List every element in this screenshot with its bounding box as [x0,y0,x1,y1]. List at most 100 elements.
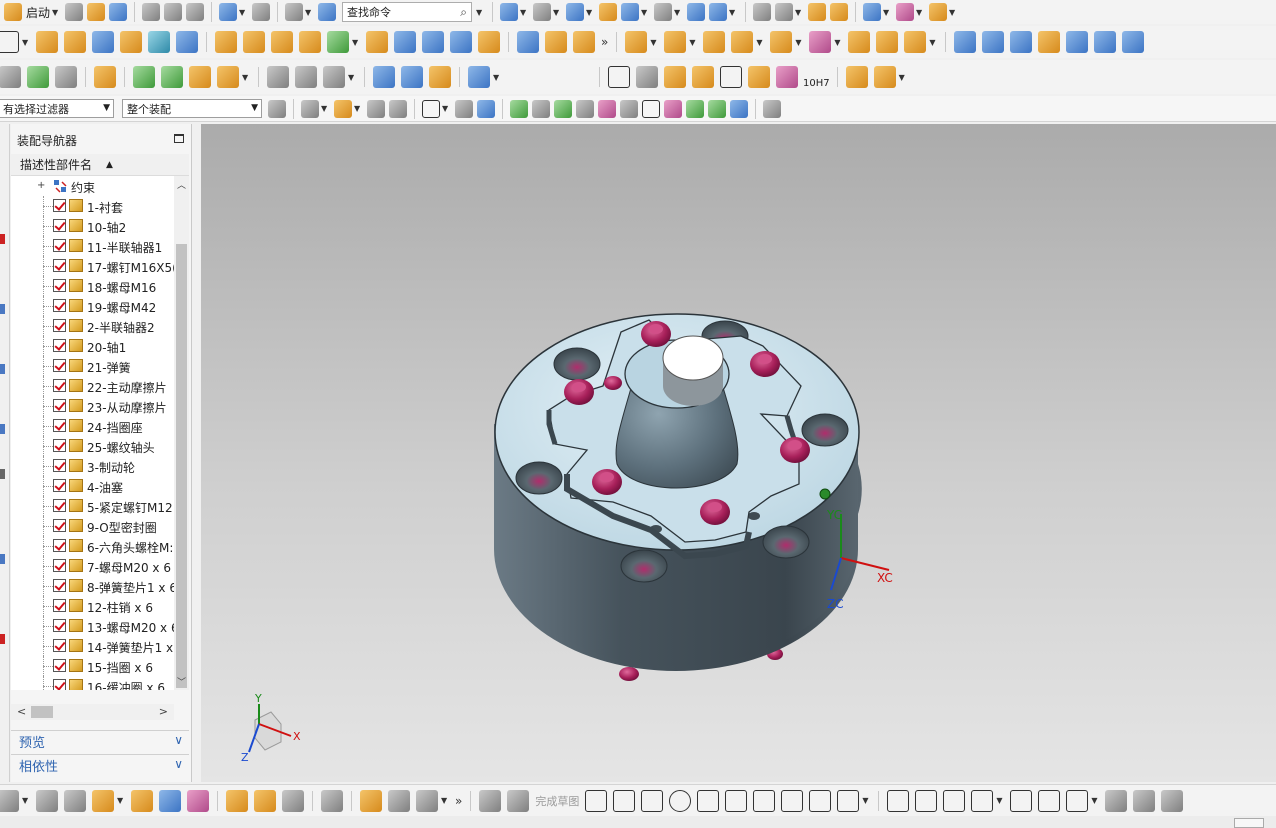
tree-item-component[interactable]: 18-螺母M16 [11,276,174,296]
resource-tab-icon[interactable] [0,634,5,644]
select-body-icon[interactable] [455,99,473,118]
unite-icon[interactable] [299,31,321,53]
cylinder-icon[interactable] [120,31,142,53]
visibility-checkbox[interactable] [53,439,66,452]
rapid-dimension-icon[interactable] [1038,789,1061,812]
paste-icon[interactable] [186,3,205,21]
through-curves-icon[interactable] [1010,31,1033,53]
assembly-load-icon[interactable] [36,789,58,812]
tree-item-component[interactable]: 23-从动摩擦片 [11,396,174,416]
snap-quadrant-icon[interactable] [664,99,682,118]
make-corner-icon[interactable] [943,789,966,812]
screw-icon[interactable] [401,66,423,88]
mesh-surface-icon[interactable] [982,31,1005,53]
offset-curve-icon[interactable] [971,789,994,812]
fit-tolerance-label[interactable]: 10H7 [803,78,830,89]
chamfer-sketch-icon[interactable] [725,789,748,812]
tree-item-component[interactable]: 11-半联轴器1 [11,236,174,256]
save-icon[interactable] [109,3,128,21]
fit-view-icon[interactable] [500,3,519,21]
constraint-touch-icon[interactable] [159,789,181,812]
wave-geometry-icon[interactable] [904,31,927,53]
finish-flag-icon[interactable] [285,3,304,21]
eraser-icon[interactable] [295,66,317,88]
start-menu[interactable]: 启动 [26,4,50,21]
stack-layers-icon[interactable] [27,66,49,88]
color-swatch-icon[interactable] [654,3,673,21]
column-header[interactable]: 描述性部件名 ▲ [11,154,189,176]
triangle-icon[interactable] [608,66,630,88]
visibility-checkbox[interactable] [53,279,66,292]
quick-extend-icon[interactable] [915,789,938,812]
chain-icon[interactable] [360,789,382,812]
view-triad[interactable]: Y X Z [241,692,301,764]
visibility-checkbox[interactable] [53,639,66,652]
revolve-icon[interactable] [64,31,86,53]
ruler-icon[interactable] [929,3,948,21]
finish-sketch-button[interactable]: 完成草图 [535,793,579,809]
tree-item-component[interactable]: 4-油塞 [11,476,174,496]
rectangle-icon[interactable] [753,789,776,812]
frame-icon[interactable] [720,66,742,88]
tree-item-component[interactable]: 5-紧定螺钉M12 [11,496,174,516]
undo-icon[interactable] [219,3,238,21]
assembly-constraints-icon[interactable] [809,31,832,53]
add-part-icon[interactable] [92,789,114,812]
tree-item-component[interactable]: 25-螺纹轴头 [11,436,174,456]
layer-move-icon[interactable] [687,3,706,21]
visibility-checkbox[interactable] [53,479,66,492]
sequence-icon[interactable] [282,789,304,812]
visibility-checkbox[interactable] [53,359,66,372]
block-icon[interactable] [92,31,114,53]
constraints-node[interactable]: + 约束 [11,176,174,196]
display-constraints-icon[interactable] [1105,789,1128,812]
datum-feature-icon[interactable] [692,66,714,88]
snap-view-icon[interactable] [808,3,827,21]
reference-set-icon[interactable] [64,789,86,812]
visibility-checkbox[interactable] [53,399,66,412]
new-file-icon[interactable] [65,3,84,21]
group-icon[interactable] [226,789,248,812]
tree-item-component[interactable]: 15-挡圈 x 6 [11,656,174,676]
sketch-settings-icon[interactable] [1161,789,1184,812]
profile-icon[interactable] [585,789,608,812]
visibility-checkbox[interactable] [53,319,66,332]
table-icon[interactable] [636,66,658,88]
visibility-checkbox[interactable] [53,619,66,632]
edit-section-icon[interactable] [599,3,618,21]
wcs-icon[interactable] [753,3,772,21]
sphere-icon[interactable] [176,31,198,53]
background-icon[interactable] [621,3,640,21]
visibility-checkbox[interactable] [53,459,66,472]
geometric-constraint-icon[interactable] [1010,789,1033,812]
tree-vertical-scrollbar[interactable]: ︿ ﹀ [174,176,189,690]
point-icon[interactable] [809,789,832,812]
visibility-checkbox[interactable] [53,559,66,572]
visibility-checkbox[interactable] [53,519,66,532]
resource-tab-icon[interactable] [0,234,5,244]
tree-horizontal-scrollbar[interactable]: < > [11,704,174,720]
linked-body-icon[interactable] [161,66,183,88]
finish-sketch-flag-icon[interactable] [507,789,530,812]
align-icon[interactable] [187,789,209,812]
type-filter-select[interactable]: 有选择过滤器 ▼ [0,99,114,118]
scale-body-icon[interactable] [573,31,595,53]
resource-tab-icon[interactable] [0,554,5,564]
tree-item-component[interactable]: 17-螺钉M16X5( [11,256,174,276]
arc-icon[interactable] [641,789,664,812]
scroll-right-icon[interactable]: > [159,705,168,718]
start-icon[interactable] [4,3,22,21]
promote-icon[interactable] [189,66,211,88]
spline-icon[interactable] [267,66,289,88]
orient-view-icon[interactable] [566,3,585,21]
auto-dimension-icon[interactable] [1133,789,1156,812]
visibility-checkbox[interactable] [53,419,66,432]
graphics-window[interactable]: YC XC ZC Y X Z [201,124,1276,782]
command-search-input[interactable]: 查找命令 ⌕ [342,2,473,22]
mirror-curve-icon[interactable] [1066,789,1089,812]
snap-midpoint-icon[interactable] [532,99,550,118]
status-corner-icon[interactable] [1234,818,1264,828]
select-face-icon[interactable] [477,99,495,118]
sketch-icon[interactable] [0,31,19,53]
tree-item-component[interactable]: 13-螺母M20 x 6 [11,616,174,636]
